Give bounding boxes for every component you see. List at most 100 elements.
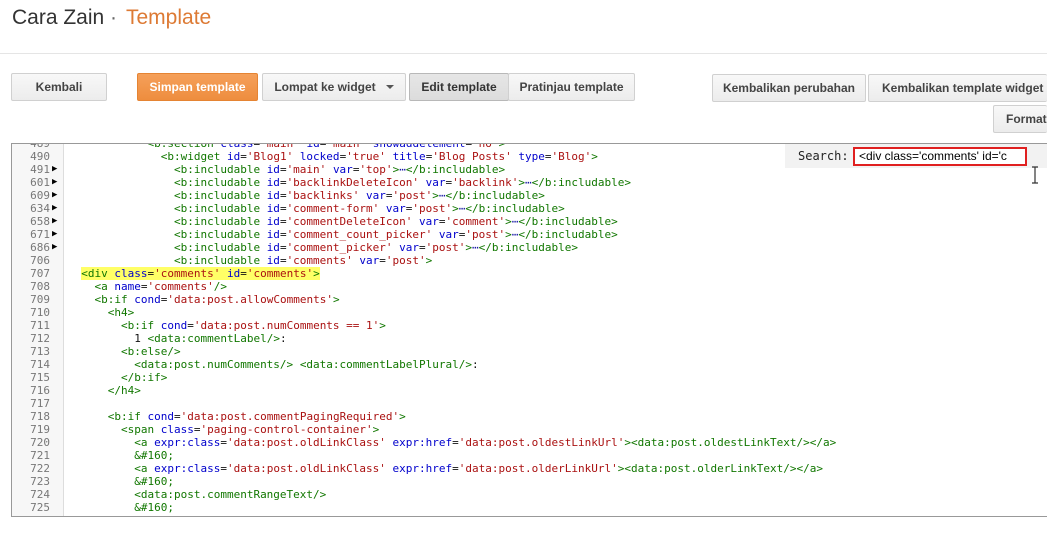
fold-arrow-icon[interactable]: ▶ <box>52 241 62 254</box>
code-lines: 489 <b:section class='main' id='main' sh… <box>12 143 1047 514</box>
code-line: 725 &#160; <box>12 501 1047 514</box>
code-text: &#160; <box>134 449 174 462</box>
code-line: 712 1 <data:commentLabel/>: <box>12 332 1047 345</box>
line-number: 725 <box>30 501 50 514</box>
code-text: &#160; <box>134 501 174 514</box>
code-line: 718 <b:if cond='data:post.commentPagingR… <box>12 410 1047 423</box>
line-number: 489 <box>30 143 50 150</box>
line-number: 490 <box>30 150 50 163</box>
code-text: <b:if cond='data:post.numComments == 1'> <box>120 319 386 332</box>
code-line: 671 ▶ <b:includable id='comment_count_pic… <box>12 228 1047 241</box>
code-line: 724 <data:post.commentRangeText/> <box>12 488 1047 501</box>
line-number: 724 <box>30 488 50 501</box>
line-number: 720 <box>30 436 50 449</box>
blog-name[interactable]: Cara Zain <box>12 6 104 30</box>
line-number: 491 <box>30 163 50 176</box>
back-button[interactable]: Kembali <box>11 73 107 101</box>
code-line: 709 <b:if cond='data:post.allowComments'… <box>12 293 1047 306</box>
line-number: 723 <box>30 475 50 488</box>
code-line: 713 <b:else/> <box>12 345 1047 358</box>
code-line: 714 <data:post.numComments/> <data:comme… <box>12 358 1047 371</box>
code-text: <b:includable id='comments' var='post'> <box>173 254 433 267</box>
code-text: <b:includable id='main' var='top'>⋯</b:i… <box>173 163 506 176</box>
code-text: <span class='paging-control-container'> <box>120 423 380 436</box>
code-line: 716 </h4> <box>12 384 1047 397</box>
line-number: 718 <box>30 410 50 423</box>
code-text: &#160; <box>134 475 174 488</box>
line-number: 712 <box>30 332 50 345</box>
code-text: 1 <data:commentLabel/>: <box>68 332 287 345</box>
line-number: 707 <box>30 267 50 280</box>
line-number: 711 <box>30 319 50 332</box>
chevron-down-icon <box>385 85 394 89</box>
fold-arrow-icon[interactable]: ▶ <box>52 176 62 189</box>
jump-to-widget-dropdown[interactable]: Lompat ke widget <box>262 73 406 101</box>
line-number: 609 <box>30 189 50 202</box>
line-number: 721 <box>30 449 50 462</box>
code-line: 719 <span class='paging-control-containe… <box>12 423 1047 436</box>
code-text: <b:widget id='Blog1' locked='true' title… <box>160 150 598 163</box>
line-number: 708 <box>30 280 50 293</box>
line-number: 713 <box>30 345 50 358</box>
code-text: <a name='comments'/> <box>94 280 227 293</box>
code-line: 717 <box>12 397 1047 410</box>
page-title: Template <box>126 6 212 29</box>
code-text: <a expr:class='data:post.oldLinkClass' e… <box>134 462 824 475</box>
line-number: 717 <box>30 397 50 410</box>
code-line: 711 <b:if cond='data:post.numComments ==… <box>12 319 1047 332</box>
code-text: </h4> <box>107 384 141 397</box>
code-text: <div class='comments' id='comments'> <box>81 267 320 280</box>
code-line: 601 ▶ <b:includable id='backlinkDeleteIco… <box>12 176 1047 189</box>
revert-changes-button[interactable]: Kembalikan perubahan <box>712 74 866 102</box>
line-number: 714 <box>30 358 50 371</box>
code-text: <b:includable id='backlinks' var='post'>… <box>173 189 545 202</box>
code-line: 706 <b:includable id='comments' var='pos… <box>12 254 1047 267</box>
line-number: 710 <box>30 306 50 319</box>
fold-arrow-icon[interactable]: ▶ <box>52 215 62 228</box>
code-text: <b:if cond='data:post.commentPagingRequi… <box>107 410 406 423</box>
line-number: 716 <box>30 384 50 397</box>
code-line: 710 <h4> <box>12 306 1047 319</box>
code-line: 720 <a expr:class='data:post.oldLinkClas… <box>12 436 1047 449</box>
edit-template-button[interactable]: Edit template <box>409 73 509 101</box>
code-line: 609 ▶ <b:includable id='backlinks' var='p… <box>12 189 1047 202</box>
fold-arrow-icon[interactable]: ▶ <box>52 189 62 202</box>
save-template-button[interactable]: Simpan template <box>137 73 258 101</box>
line-number: 658 <box>30 215 50 228</box>
line-number: 722 <box>30 462 50 475</box>
code-text: <b:else/> <box>120 345 181 358</box>
code-line: 708 <a name='comments'/> <box>12 280 1047 293</box>
code-text: <h4> <box>107 306 135 319</box>
search-bar: Search: <div class='comments' id='c <box>785 144 1047 168</box>
code-line: 723 &#160; <box>12 475 1047 488</box>
code-text: <b:includable id='comment-form' var='pos… <box>173 202 565 215</box>
line-number: 709 <box>30 293 50 306</box>
code-line: 634 ▶ <b:includable id='comment-form' var… <box>12 202 1047 215</box>
code-text: <b:includable id='commentDeleteIcon' var… <box>173 215 618 228</box>
code-text: <b:includable id='backlinkDeleteIcon' va… <box>173 176 631 189</box>
revert-widget-template-button[interactable]: Kembalikan template widget k <box>868 74 1047 102</box>
code-line: 721 &#160; <box>12 449 1047 462</box>
text-cursor-icon <box>1032 166 1038 184</box>
fold-arrow-icon[interactable]: ▶ <box>52 228 62 241</box>
fold-arrow-icon[interactable]: ▶ <box>52 202 62 215</box>
code-text: <b:section class='main' id='main' showad… <box>147 143 506 150</box>
fold-arrow-icon[interactable]: ▶ <box>52 163 62 176</box>
line-number: 686 <box>30 241 50 254</box>
jump-to-widget-label: Lompat ke widget <box>274 80 376 94</box>
line-number: 706 <box>30 254 50 267</box>
code-text: <b:includable id='comment_count_picker' … <box>173 228 618 241</box>
line-number: 719 <box>30 423 50 436</box>
code-line: 686 ▶ <b:includable id='comment_picker' v… <box>12 241 1047 254</box>
search-input[interactable]: <div class='comments' id='c <box>853 147 1027 166</box>
code-line: 658 ▶ <b:includable id='commentDeleteIcon… <box>12 215 1047 228</box>
code-editor[interactable]: 489 <b:section class='main' id='main' sh… <box>11 143 1047 517</box>
preview-template-button[interactable]: Pratinjau template <box>508 73 635 101</box>
code-text: <a expr:class='data:post.oldLinkClass' e… <box>134 436 837 449</box>
code-text: <b:includable id='comment_picker' var='p… <box>173 241 578 254</box>
code-text: </b:if> <box>120 371 168 384</box>
code-text: <data:post.commentRangeText/> <box>134 488 327 501</box>
search-label: Search: <box>798 149 849 163</box>
format-button[interactable]: Format <box>993 105 1047 133</box>
code-text: <data:post.numComments/> <data:commentLa… <box>134 358 479 371</box>
